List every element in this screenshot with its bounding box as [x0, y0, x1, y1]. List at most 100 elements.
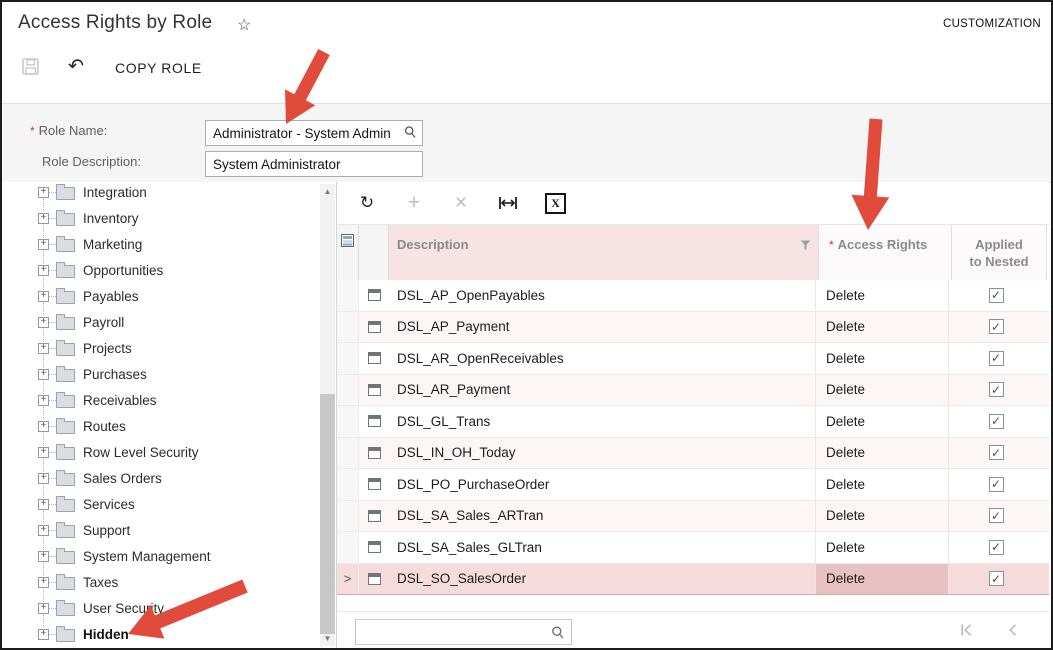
role-description-input[interactable] [206, 152, 422, 176]
undo-icon[interactable]: ↶ [68, 55, 84, 78]
cell-description[interactable]: DSL_AR_Payment [389, 375, 815, 406]
tree-expand-icon[interactable]: + [38, 447, 49, 458]
cell-description[interactable]: DSL_AR_OpenReceivables [389, 343, 815, 374]
table-row[interactable]: DSL_PO_PurchaseOrder Delete ✓ [337, 469, 1049, 501]
copy-role-button[interactable]: COPY ROLE [115, 60, 202, 76]
tree-expand-icon[interactable]: + [38, 369, 49, 380]
cell-description[interactable]: DSL_SA_Sales_ARTran [389, 501, 815, 532]
table-row[interactable]: DSL_GL_Trans Delete ✓ [337, 406, 1049, 438]
sidebar-tree-item[interactable]: + Hidden [2, 621, 320, 647]
tree-scrollbar[interactable]: ▲ ▼ [320, 184, 335, 646]
sidebar-tree-item[interactable]: + Support [2, 517, 320, 543]
tree-expand-icon[interactable]: + [38, 317, 49, 328]
tree-expand-icon[interactable]: + [38, 421, 49, 432]
tree-expand-icon[interactable]: + [38, 187, 49, 198]
applied-checkbox[interactable]: ✓ [989, 382, 1004, 397]
tree-expand-icon[interactable]: + [38, 525, 49, 536]
pagination-first-icon[interactable] [959, 622, 975, 638]
cell-description[interactable]: DSL_SO_SalesOrder [389, 564, 815, 595]
applied-checkbox[interactable]: ✓ [989, 571, 1004, 586]
cell-access-rights[interactable]: Delete [815, 501, 948, 532]
cell-access-rights[interactable]: Delete [815, 406, 948, 437]
applied-checkbox[interactable]: ✓ [989, 477, 1004, 492]
sidebar-tree-item[interactable]: + User Security [2, 595, 320, 621]
sidebar-tree-item[interactable]: + Sales Orders [2, 465, 320, 491]
table-row[interactable]: DSL_AP_OpenPayables Delete ✓ [337, 280, 1049, 312]
tree-expand-icon[interactable]: + [38, 603, 49, 614]
role-name-input[interactable] [206, 121, 422, 145]
pagination-prev-icon[interactable] [1005, 622, 1021, 638]
sidebar-tree-item[interactable]: + System Management [2, 543, 320, 569]
cell-description[interactable]: DSL_IN_OH_Today [389, 438, 815, 469]
tree-expand-icon[interactable]: + [38, 499, 49, 510]
cell-access-rights[interactable]: Delete [815, 532, 948, 563]
cell-access-rights[interactable]: Delete [815, 312, 948, 343]
scroll-up-icon[interactable]: ▲ [320, 184, 335, 199]
cell-description[interactable]: DSL_GL_Trans [389, 406, 815, 437]
sidebar-tree-item[interactable]: + Payables [2, 283, 320, 309]
applied-checkbox[interactable]: ✓ [989, 288, 1004, 303]
cell-access-rights[interactable]: Delete [815, 280, 948, 311]
applied-checkbox[interactable]: ✓ [989, 540, 1004, 555]
export-excel-icon[interactable]: X [545, 193, 566, 214]
sidebar-tree-item[interactable]: + Payroll [2, 309, 320, 335]
sidebar-tree-item[interactable]: + Integration [2, 182, 320, 205]
cell-access-rights[interactable]: Delete [815, 564, 948, 595]
scrollbar-thumb[interactable] [320, 394, 335, 634]
tree-expand-icon[interactable]: + [38, 239, 49, 250]
column-header-description[interactable]: Description [389, 225, 819, 281]
search-magnifier-icon[interactable] [550, 625, 566, 646]
column-header-access-rights[interactable]: *Access Rights [819, 225, 952, 281]
sidebar-tree-item[interactable]: + Marketing [2, 231, 320, 257]
tree-expand-icon[interactable]: + [38, 629, 49, 640]
sidebar-tree-item[interactable]: + Taxes [2, 569, 320, 595]
save-icon[interactable] [22, 58, 40, 81]
tree-expand-icon[interactable]: + [38, 551, 49, 562]
column-header-applied-to-nested[interactable]: Applied to Nested [952, 225, 1047, 281]
tree-expand-icon[interactable]: + [38, 343, 49, 354]
table-row[interactable]: DSL_AR_OpenReceivables Delete ✓ [337, 343, 1049, 375]
lookup-magnifier-icon[interactable] [403, 125, 418, 145]
table-row[interactable]: DSL_SA_Sales_ARTran Delete ✓ [337, 501, 1049, 533]
customization-menu[interactable]: CUSTOMIZATION [943, 18, 1041, 30]
sidebar-tree-item[interactable]: + Projects [2, 335, 320, 361]
sidebar-tree-item[interactable]: + Opportunities [2, 257, 320, 283]
cell-description[interactable]: DSL_AP_OpenPayables [389, 280, 815, 311]
favorite-star-icon[interactable]: ☆ [237, 15, 251, 35]
tree-expand-icon[interactable]: + [38, 577, 49, 588]
tree-expand-icon[interactable]: + [38, 473, 49, 484]
delete-row-icon[interactable]: × [451, 193, 471, 213]
add-row-icon[interactable]: + [404, 193, 424, 213]
scroll-down-icon[interactable]: ▼ [320, 631, 335, 646]
applied-checkbox[interactable]: ✓ [989, 445, 1004, 460]
cell-description[interactable]: DSL_SA_Sales_GLTran [389, 532, 815, 563]
applied-checkbox[interactable]: ✓ [989, 319, 1004, 334]
cell-description[interactable]: DSL_AP_Payment [389, 312, 815, 343]
cell-access-rights[interactable]: Delete [815, 343, 948, 374]
applied-checkbox[interactable]: ✓ [989, 351, 1004, 366]
sidebar-tree-item[interactable]: + Routes [2, 413, 320, 439]
grid-settings-icon[interactable] [337, 225, 359, 281]
refresh-icon[interactable]: ↻ [357, 193, 377, 213]
fit-width-icon[interactable] [498, 193, 518, 213]
tree-expand-icon[interactable]: + [38, 213, 49, 224]
sidebar-tree-item[interactable]: + Services [2, 491, 320, 517]
cell-access-rights[interactable]: Delete [815, 375, 948, 406]
table-row[interactable]: DSL_SA_Sales_GLTran Delete ✓ [337, 532, 1049, 564]
table-row[interactable]: DSL_AR_Payment Delete ✓ [337, 375, 1049, 407]
tree-expand-icon[interactable]: + [38, 395, 49, 406]
grid-search-input[interactable] [356, 620, 571, 644]
sidebar-tree-item[interactable]: + Receivables [2, 387, 320, 413]
applied-checkbox[interactable]: ✓ [989, 414, 1004, 429]
table-row[interactable]: DSL_AP_Payment Delete ✓ [337, 312, 1049, 344]
table-row[interactable]: > DSL_SO_SalesOrder Delete ✓ [337, 564, 1049, 596]
sidebar-tree-item[interactable]: + Purchases [2, 361, 320, 387]
table-row[interactable]: DSL_IN_OH_Today Delete ✓ [337, 438, 1049, 470]
filter-icon[interactable] [800, 237, 811, 255]
cell-description[interactable]: DSL_PO_PurchaseOrder [389, 469, 815, 500]
tree-expand-icon[interactable]: + [38, 291, 49, 302]
applied-checkbox[interactable]: ✓ [989, 508, 1004, 523]
sidebar-tree-item[interactable]: + Row Level Security [2, 439, 320, 465]
cell-access-rights[interactable]: Delete [815, 469, 948, 500]
sidebar-tree-item[interactable]: + Inventory [2, 205, 320, 231]
